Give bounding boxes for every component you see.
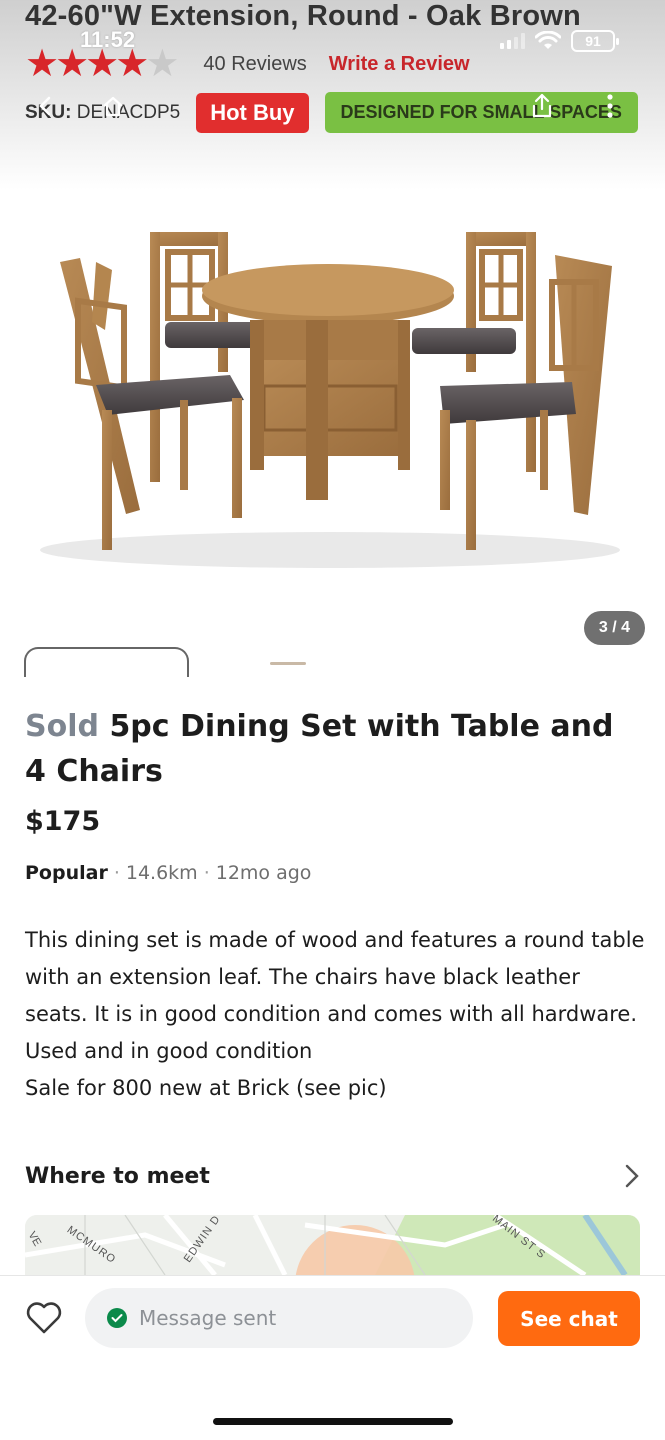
share-button[interactable] xyxy=(524,88,560,124)
listing-title-text: 5pc Dining Set with Table and 4 Chairs xyxy=(25,709,614,789)
cellular-signal-icon xyxy=(500,33,525,49)
image-rating-row: ★ ★ ★ ★ ★ 40 Reviews Write a Review xyxy=(25,45,470,83)
listing-posted-time: 12mo ago xyxy=(215,862,312,884)
where-to-meet-row[interactable]: Where to meet xyxy=(25,1163,640,1189)
where-to-meet-label: Where to meet xyxy=(25,1163,210,1189)
star-icon: ★ xyxy=(55,43,90,85)
dining-set-illustration xyxy=(40,232,620,568)
chevron-right-icon xyxy=(625,1164,639,1188)
popular-badge: Popular xyxy=(25,862,108,884)
listing-description: This dining set is made of wood and feat… xyxy=(25,928,645,1100)
meta-separator: · xyxy=(203,862,210,884)
home-icon xyxy=(103,96,123,117)
write-review-text: Write a Review xyxy=(328,52,470,75)
message-status-field[interactable]: Message sent xyxy=(85,1288,473,1348)
back-arrow-icon xyxy=(39,96,51,116)
image-thumbnail-next[interactable] xyxy=(270,662,306,665)
image-pager-badge: 3 / 4 xyxy=(583,611,645,645)
star-icon: ★ xyxy=(115,43,150,85)
status-icons: 91 xyxy=(500,30,619,52)
message-status-text: Message sent xyxy=(139,1306,277,1330)
map-graphic xyxy=(25,1215,640,1275)
favorite-button[interactable] xyxy=(24,1298,64,1338)
sold-label: Sold xyxy=(25,709,99,744)
star-icon: ★ xyxy=(25,43,60,85)
designed-small-spaces-badge: DESIGNED FOR SMALL SPACES xyxy=(324,92,638,133)
back-button[interactable] xyxy=(28,88,64,124)
battery-icon: 91 xyxy=(571,30,619,52)
star-empty-icon: ★ xyxy=(145,43,180,85)
image-thumbnail-selected[interactable] xyxy=(24,647,189,677)
meeting-location-map[interactable]: VE MCMURO EDWIN D MAIN ST S xyxy=(25,1215,640,1275)
review-count: 40 Reviews xyxy=(203,52,307,75)
check-circle-icon xyxy=(107,1308,127,1328)
home-indicator xyxy=(213,1418,453,1425)
hot-buy-badge: Hot Buy xyxy=(196,92,309,133)
listing-title: Sold 5pc Dining Set with Table and 4 Cha… xyxy=(25,704,635,794)
heart-icon xyxy=(26,1302,62,1334)
chair-back-left xyxy=(150,232,260,482)
star-icon: ★ xyxy=(85,43,120,85)
listing-meta: Popular · 14.6km · 12mo ago xyxy=(25,862,311,884)
share-icon xyxy=(532,93,552,118)
more-vertical-icon xyxy=(607,94,613,118)
listing-distance: 14.6km xyxy=(125,862,198,884)
home-button[interactable] xyxy=(95,88,131,124)
listing-price: $175 xyxy=(25,806,101,837)
wifi-icon xyxy=(535,31,561,49)
product-image-gallery[interactable]: 42-60"W Extension, Round - Oak Brown 11:… xyxy=(0,0,665,690)
meta-separator: · xyxy=(113,862,120,884)
see-chat-button[interactable]: See chat xyxy=(498,1291,640,1346)
bottom-action-bar: Message sent See chat xyxy=(0,1275,665,1440)
more-options-button[interactable] xyxy=(592,88,628,124)
